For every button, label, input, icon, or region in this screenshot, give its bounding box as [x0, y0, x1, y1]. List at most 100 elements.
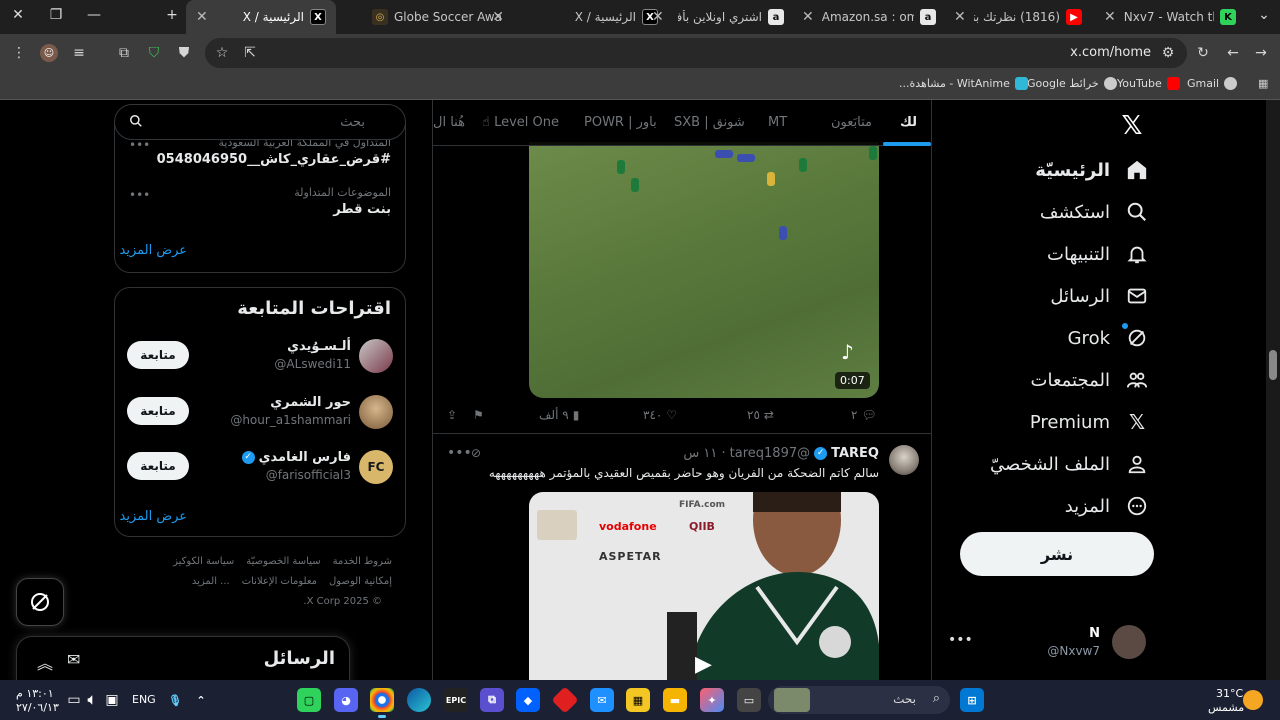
restore-window-icon[interactable]: ❐ [46, 7, 66, 23]
menu-dots-icon[interactable]: ⋮ [10, 44, 28, 62]
close-tab-icon[interactable]: ✕ [1104, 9, 1116, 25]
tab-mt[interactable]: MT [768, 115, 787, 130]
browser-tab[interactable]: ✕ Amazon.sa : omen la a [798, 0, 944, 34]
tray-chevron-icon[interactable]: ⌃ [189, 688, 213, 712]
tweet-video[interactable]: vodafone QIIB ASPETAR FIFA.com ▶ [529, 492, 879, 680]
browser-tab[interactable]: ◎ Globe Soccer Awards ✕ [342, 0, 512, 34]
nav-profile[interactable]: الملف الشخصيّ [990, 444, 1150, 484]
follow-button[interactable]: متابعة [127, 452, 189, 480]
new-tab-icon[interactable]: + [162, 7, 182, 23]
tab-for-you[interactable]: لك [900, 115, 917, 130]
new-message-icon[interactable]: ✉ [67, 650, 80, 669]
bookmark-gmail[interactable]: Gmail [1187, 77, 1238, 90]
follow-button[interactable]: متابعة [127, 397, 189, 425]
close-window-icon[interactable]: ✕ [8, 7, 28, 23]
tweet-video[interactable]: ♪ 0:07 [529, 142, 879, 398]
back-arrow-icon[interactable]: ← [1224, 44, 1242, 62]
app-icon[interactable]: ▢ [297, 688, 321, 712]
nav-explore[interactable]: استكشف [1040, 192, 1150, 232]
browser-tab[interactable]: ✕ (1816) نظرتك بتتغير ▶ [950, 0, 1090, 34]
share-icon[interactable]: ⇪ [447, 408, 457, 422]
tab-powr[interactable]: باور | POWR [584, 115, 657, 130]
bookmark-witanime[interactable]: WitAnime - مشاهدة... [899, 77, 1028, 90]
tweet[interactable]: TAREQ ✓ @tareq1897 · ١١ س ⊘ ••• سالم كات… [433, 435, 931, 680]
more-dots-icon[interactable]: ••• [129, 138, 150, 152]
tab-sxb[interactable]: شونق | SXB [674, 115, 745, 130]
microphone-icon[interactable]: 🎙︎ [163, 688, 187, 712]
site-settings-icon[interactable]: ⚙ [1159, 44, 1177, 62]
trend-item[interactable]: المتداول في المملكة العربية السعودية #قر… [157, 136, 391, 167]
follow-suggestion[interactable]: FC فارس الغامدي ✓ @farisofficial3 متابعة [127, 446, 393, 486]
nav-notifications[interactable]: التنبيهات [1047, 234, 1150, 274]
privacy-extension-icon[interactable]: ⛊ [175, 44, 193, 62]
nav-communities[interactable]: المجتمعات [1031, 360, 1150, 400]
expand-chevrons-icon[interactable]: ︽ [37, 650, 53, 674]
nav-grok[interactable]: Grok [1068, 318, 1150, 358]
task-view-icon[interactable]: ▭ [737, 688, 761, 712]
trend-item[interactable]: الموضوعات المتداولة بنت قطر [294, 186, 391, 217]
more-dots-icon[interactable]: ••• [129, 188, 150, 202]
more-dots-icon[interactable]: ••• [447, 445, 472, 461]
minimize-window-icon[interactable]: — [84, 7, 104, 23]
close-tab-icon[interactable]: ✕ [196, 9, 208, 25]
close-tab-icon[interactable]: ✕ [802, 9, 814, 25]
nav-home[interactable]: الرئيسيّة [1035, 150, 1150, 190]
all-bookmarks-icon[interactable]: ▦ [1258, 77, 1268, 90]
follow-suggestion[interactable]: حور الشمري @hour_a1shammari متابعة [127, 391, 393, 431]
follow-button[interactable]: متابعة [127, 341, 189, 369]
nav-messages[interactable]: الرسائل [1050, 276, 1150, 316]
avatar[interactable] [889, 445, 919, 475]
bookmark-youtube[interactable]: YouTube [1117, 77, 1180, 90]
install-app-icon[interactable]: ⇱ [241, 44, 259, 62]
bookmark-google-maps[interactable]: خرائط Google [1027, 77, 1117, 90]
epic-games-icon[interactable]: EPIC [444, 688, 468, 712]
account-switcher[interactable]: N @Nxvw7 ••• [946, 622, 1146, 662]
weather-sun-icon[interactable] [1243, 690, 1263, 710]
close-tab-icon[interactable]: ✕ [652, 9, 664, 25]
grok-icon[interactable]: ⊘ [471, 446, 481, 460]
discord-icon[interactable]: ◕ [334, 688, 358, 712]
tab-following[interactable]: متابَعون [831, 115, 872, 130]
show-more-link[interactable]: عرض المزيد [120, 509, 187, 524]
address-bar[interactable]: ☆ ⇱ x.com/home ⚙ [205, 38, 1187, 68]
like-button[interactable]: ♡ ٣٤٠ [643, 408, 677, 422]
network-icon[interactable]: ▣ [100, 688, 124, 712]
play-icon[interactable]: ▶ [695, 652, 712, 677]
close-tab-icon[interactable]: ✕ [492, 9, 504, 25]
browser-tab[interactable]: ✕ Nxv7 - Watch the VO K [1100, 0, 1244, 34]
shield-extension-icon[interactable]: ⛉ [145, 44, 163, 62]
reply-button[interactable]: 💬︎ ٢ [851, 408, 877, 422]
scrollbar-thumb[interactable] [1269, 350, 1277, 380]
extensions-icon[interactable]: ⧉ [115, 44, 133, 62]
bookmark-star-icon[interactable]: ☆ [213, 44, 231, 62]
follow-suggestion[interactable]: ألـسـوُيدي @ALswedi11 متابعة [127, 335, 393, 375]
edge-icon[interactable] [407, 688, 431, 712]
grok-floating-button[interactable] [16, 578, 64, 626]
app-icon[interactable]: ⧉ [480, 688, 504, 712]
store-icon[interactable]: ▦ [626, 688, 650, 712]
bookmark-icon[interactable]: ⚑ [473, 408, 484, 422]
mail-app-icon[interactable]: ✉ [590, 688, 614, 712]
profile-avatar[interactable]: ☺ [40, 44, 58, 62]
nav-premium[interactable]: 𝕏 Premium [1030, 402, 1150, 442]
browser-tab[interactable]: X الرئيسية / X ✕ [186, 0, 336, 34]
views-button[interactable]: ▮ ٩ ألف [539, 408, 579, 422]
close-tab-icon[interactable]: ✕ [954, 9, 966, 25]
page-scrollbar[interactable] [1266, 100, 1280, 680]
file-explorer-icon[interactable]: ▬ [663, 688, 687, 712]
show-more-link[interactable]: عرض المزيد [120, 243, 187, 258]
search-input[interactable]: بحث [114, 104, 406, 140]
windows-start-icon[interactable]: ⊞ [960, 688, 984, 712]
repost-button[interactable]: ⇄ ٢٥ [747, 408, 774, 422]
tab-huna[interactable]: هُنا ال [433, 115, 465, 130]
nav-more[interactable]: المزيد [1065, 486, 1150, 526]
tab-level-one[interactable]: Level One ☝ [482, 115, 559, 130]
dropbox-icon[interactable]: ◆ [516, 688, 540, 712]
forward-arrow-icon[interactable]: → [1252, 44, 1270, 62]
tab-search-chevron-icon[interactable]: ⌄ [1254, 7, 1274, 23]
browser-tab[interactable]: a اشتري اونلاين بأفضل [674, 0, 792, 34]
x-logo-icon[interactable]: 𝕏 [1118, 112, 1146, 140]
copilot-icon[interactable]: ✦ [700, 688, 724, 712]
messages-drawer[interactable]: الرسائل ✉ ︽ [16, 636, 350, 680]
post-button[interactable]: نشر [960, 532, 1154, 576]
